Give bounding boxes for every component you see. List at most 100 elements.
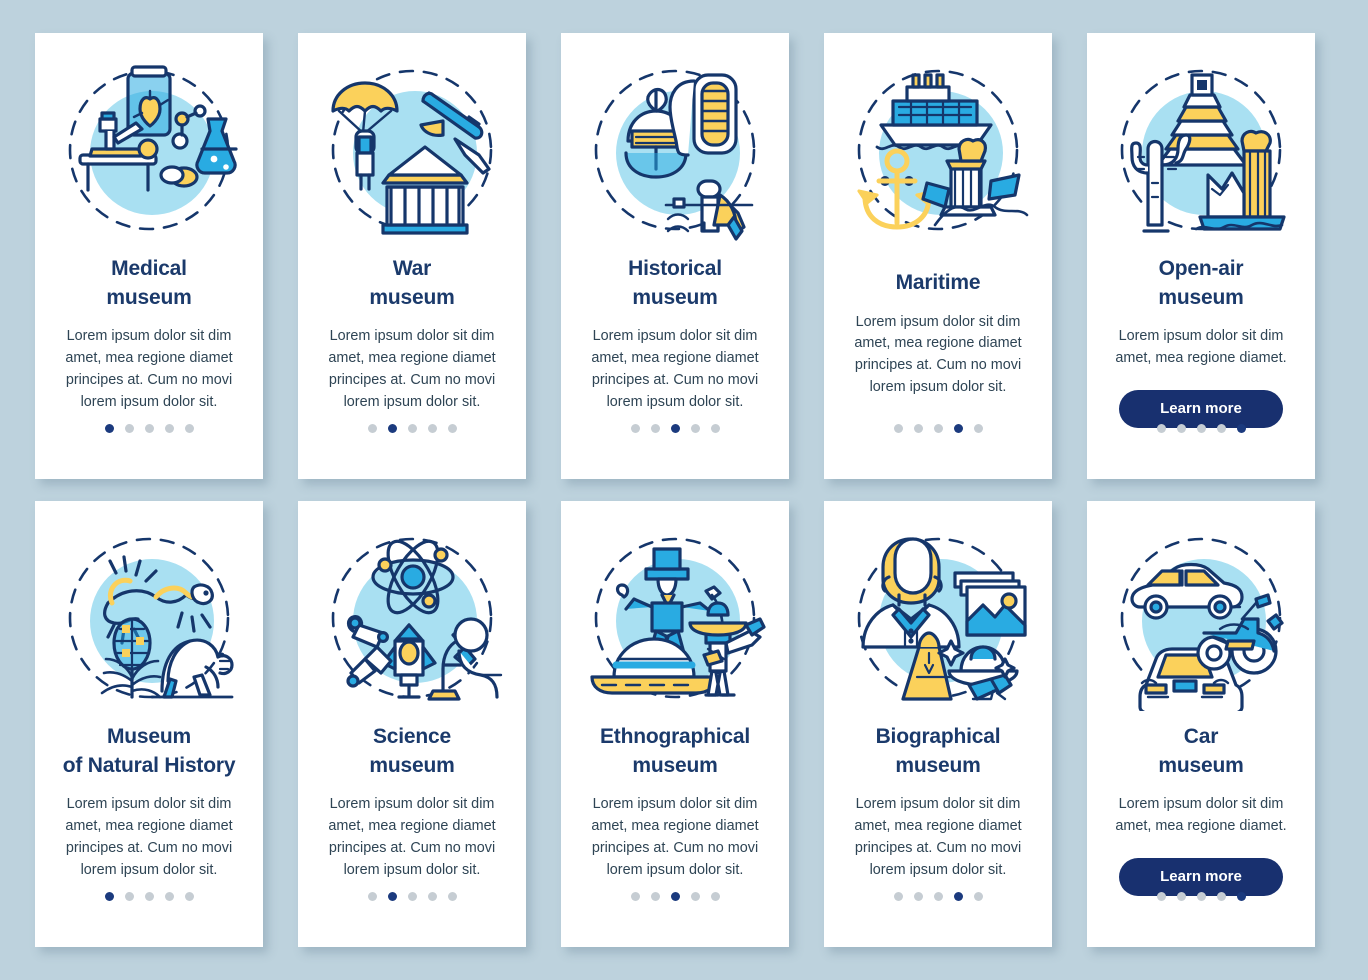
open-air-museum-icon xyxy=(1108,57,1294,243)
pagination-dot[interactable] xyxy=(124,424,134,433)
onboarding-card[interactable]: Biographical museum Lorem ipsum dolor sit… xyxy=(824,501,1052,947)
pagination-dot[interactable] xyxy=(933,424,943,433)
onboarding-card[interactable]: War museum Lorem ipsum dolor sit dim amet… xyxy=(298,33,526,479)
pagination-dots xyxy=(298,424,526,433)
pagination-dot[interactable] xyxy=(650,892,660,901)
pagination-dots xyxy=(561,892,789,901)
car-museum-icon xyxy=(1108,525,1294,711)
pagination-dot[interactable] xyxy=(447,892,457,901)
pagination-dot[interactable] xyxy=(1176,892,1186,901)
card-title: Open-air museum xyxy=(1158,257,1244,309)
pagination-dot[interactable] xyxy=(690,892,700,901)
card-description: Lorem ipsum dolor sit dim amet, mea regi… xyxy=(328,796,496,878)
card-title: Maritime xyxy=(895,271,981,294)
onboarding-card[interactable]: Medical museum Lorem ipsum dolor sit dim … xyxy=(35,33,263,479)
pagination-dot[interactable] xyxy=(670,892,680,901)
science-museum-icon xyxy=(319,525,505,711)
pagination-dots xyxy=(824,892,1052,901)
onboarding-card[interactable]: Historical museum Lorem ipsum dolor sit d… xyxy=(561,33,789,479)
pagination-dot[interactable] xyxy=(1216,424,1226,433)
onboarding-screens-board: Medical museum Lorem ipsum dolor sit dim … xyxy=(0,0,1368,980)
pagination-dots xyxy=(35,424,263,433)
ethnographical-museum-icon xyxy=(582,525,768,711)
pagination-dot[interactable] xyxy=(164,892,174,901)
onboarding-card[interactable]: Science museum Lorem ipsum dolor sit dim … xyxy=(298,501,526,947)
onboarding-card[interactable]: Car museum Lorem ipsum dolor sit dim amet… xyxy=(1087,501,1315,947)
pagination-dot[interactable] xyxy=(670,424,680,433)
biographical-museum-icon xyxy=(845,525,1031,711)
card-title: Historical museum xyxy=(628,257,722,309)
pagination-dot[interactable] xyxy=(710,424,720,433)
historical-museum-icon xyxy=(582,57,768,243)
card-title: Museum of Natural History xyxy=(62,725,236,777)
pagination-dot[interactable] xyxy=(367,424,377,433)
pagination-dot[interactable] xyxy=(973,424,983,433)
card-title: Medical museum xyxy=(106,257,192,309)
onboarding-card[interactable]: Open-air museum Lorem ipsum dolor sit dim… xyxy=(1087,33,1315,479)
pagination-dot[interactable] xyxy=(893,424,903,433)
card-description: Lorem ipsum dolor sit dim amet, mea regi… xyxy=(1115,796,1287,834)
pagination-dot[interactable] xyxy=(124,892,134,901)
pagination-dot[interactable] xyxy=(1156,424,1166,433)
pagination-dot[interactable] xyxy=(933,892,943,901)
pagination-dot[interactable] xyxy=(1236,892,1246,901)
pagination-dot[interactable] xyxy=(690,424,700,433)
card-title: Car museum xyxy=(1158,725,1244,777)
pagination-dot[interactable] xyxy=(427,424,437,433)
pagination-dot[interactable] xyxy=(913,424,923,433)
pagination-dots xyxy=(1087,424,1315,433)
onboarding-card[interactable]: Ethnographical museum Lorem ipsum dolor s… xyxy=(561,501,789,947)
card-description: Lorem ipsum dolor sit dim amet, mea regi… xyxy=(591,328,759,410)
maritime-museum-icon xyxy=(845,57,1031,243)
pagination-dot[interactable] xyxy=(650,424,660,433)
pagination-dot[interactable] xyxy=(407,892,417,901)
card-title: Biographical museum xyxy=(875,725,1001,777)
pagination-dot[interactable] xyxy=(710,892,720,901)
card-title: Science museum xyxy=(369,725,455,777)
card-description: Lorem ipsum dolor sit dim amet, mea regi… xyxy=(65,328,233,410)
pagination-dot[interactable] xyxy=(1216,892,1226,901)
pagination-dot[interactable] xyxy=(144,424,154,433)
war-museum-icon xyxy=(319,57,505,243)
pagination-dot[interactable] xyxy=(104,892,114,901)
pagination-dot[interactable] xyxy=(407,424,417,433)
pagination-dot[interactable] xyxy=(630,424,640,433)
pagination-dot[interactable] xyxy=(1196,892,1206,901)
pagination-dot[interactable] xyxy=(387,892,397,901)
pagination-dot[interactable] xyxy=(893,892,903,901)
pagination-dot[interactable] xyxy=(913,892,923,901)
onboarding-card[interactable]: Maritime Lorem ipsum dolor sit dim amet,… xyxy=(824,33,1052,479)
learn-more-button[interactable]: Learn more xyxy=(1119,389,1283,428)
card-description: Lorem ipsum dolor sit dim amet, mea regi… xyxy=(1115,328,1287,366)
pagination-dot[interactable] xyxy=(630,892,640,901)
pagination-dot[interactable] xyxy=(1156,892,1166,901)
pagination-dots xyxy=(561,424,789,433)
card-description: Lorem ipsum dolor sit dim amet, mea regi… xyxy=(854,313,1022,396)
pagination-dot[interactable] xyxy=(367,892,377,901)
medical-museum-icon xyxy=(56,57,242,243)
pagination-dots xyxy=(824,424,1052,433)
pagination-dot[interactable] xyxy=(184,424,194,433)
card-title: War museum xyxy=(369,257,455,309)
card-description: Lorem ipsum dolor sit dim amet, mea regi… xyxy=(328,328,496,410)
pagination-dot[interactable] xyxy=(184,892,194,901)
pagination-dot[interactable] xyxy=(1176,424,1186,433)
pagination-dots xyxy=(35,892,263,901)
learn-more-button[interactable]: Learn more xyxy=(1119,857,1283,896)
pagination-dots xyxy=(298,892,526,901)
natural-history-museum-icon xyxy=(56,525,242,711)
pagination-dot[interactable] xyxy=(447,424,457,433)
pagination-dot[interactable] xyxy=(1196,424,1206,433)
pagination-dot[interactable] xyxy=(973,892,983,901)
pagination-dot[interactable] xyxy=(427,892,437,901)
pagination-dot[interactable] xyxy=(387,424,397,433)
card-title: Ethnographical museum xyxy=(599,725,751,777)
pagination-dot[interactable] xyxy=(953,892,963,901)
pagination-dot[interactable] xyxy=(164,424,174,433)
pagination-dot[interactable] xyxy=(953,424,963,433)
pagination-dot[interactable] xyxy=(144,892,154,901)
onboarding-card[interactable]: Museum of Natural History Lorem ipsum dol… xyxy=(35,501,263,947)
pagination-dot[interactable] xyxy=(104,424,114,433)
card-description: Lorem ipsum dolor sit dim amet, mea regi… xyxy=(591,796,759,878)
pagination-dot[interactable] xyxy=(1236,424,1246,433)
